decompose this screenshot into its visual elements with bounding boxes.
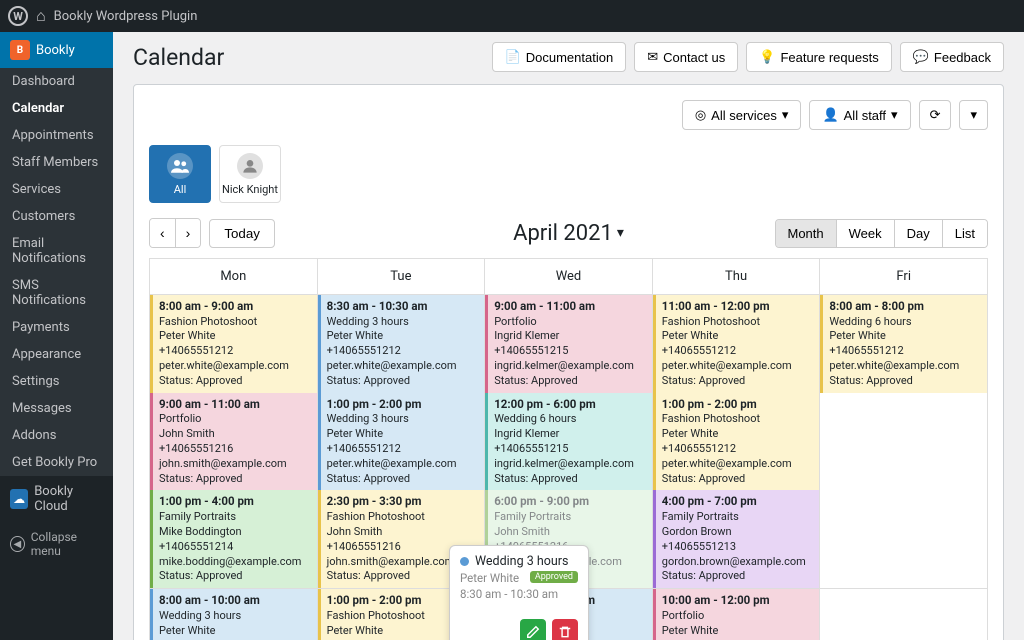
sidebar-item-addons[interactable]: Addons	[0, 422, 113, 449]
calendar-cell[interactable]: 9	[820, 589, 988, 640]
day-header: Mon	[150, 259, 318, 295]
sidebar-item-appearance[interactable]: Appearance	[0, 341, 113, 368]
caret-down-icon: ▾	[782, 107, 789, 123]
calendar-event[interactable]: 8:00 am - 10:00 amWedding 3 hoursPeter W…	[150, 589, 317, 640]
calendar-cell[interactable]: 8:00 am - 9:00 amFashion PhotoshootPeter…	[150, 295, 318, 589]
main-content: Calendar 📄Documentation ✉Contact us 💡Fea…	[113, 32, 1024, 640]
event-popover: Wedding 3 hours Peter White Approved 8:30…	[449, 545, 589, 640]
calendar-event[interactable]: 1:00 pm - 2:00 pmWedding 3 hoursPeter Wh…	[318, 393, 485, 491]
calendar-cell[interactable]: 8:00 am - 8:00 pmWedding 6 hoursPeter Wh…	[820, 295, 988, 589]
wordpress-logo-icon[interactable]: W	[8, 6, 28, 26]
sidebar-item-email-notifications[interactable]: Email Notifications	[0, 230, 113, 272]
calendar-event[interactable]: 8:30 am - 10:30 amWedding 3 hoursPeter W…	[318, 295, 485, 393]
documentation-button[interactable]: 📄Documentation	[492, 42, 627, 72]
view-week-button[interactable]: Week	[836, 220, 894, 247]
sidebar-item-dashboard[interactable]: Dashboard	[0, 68, 113, 95]
sidebar-item-services[interactable]: Services	[0, 176, 113, 203]
doc-icon: 📄	[505, 49, 521, 65]
calendar-event[interactable]: 12:00 pm - 6:00 pmWedding 6 hoursIngrid …	[485, 393, 652, 491]
calendar-event[interactable]: 1:00 pm - 4:00 pmFamily PortraitsMike Bo…	[150, 490, 317, 588]
collapse-label: Collapse menu	[31, 530, 103, 558]
target-icon: ◎	[695, 107, 706, 123]
next-button[interactable]: ›	[175, 219, 201, 247]
popover-customer: Peter White	[460, 571, 519, 585]
site-title[interactable]: Bookly Wordpress Plugin	[54, 9, 198, 24]
staff-tab-all[interactable]: All	[149, 145, 211, 203]
calendar-cell[interactable]: 8:00 am - 10:00 amWedding 3 hoursPeter W…	[150, 589, 318, 640]
more-button[interactable]: ▾	[959, 100, 988, 130]
delete-event-button[interactable]	[552, 619, 578, 640]
day-header: Tue	[317, 259, 485, 295]
admin-sidebar: B Bookly DashboardCalendarAppointmentsSt…	[0, 32, 113, 640]
refresh-icon: ⟳	[930, 107, 941, 123]
menu-top-bookly[interactable]: B Bookly	[0, 32, 113, 68]
contact-button[interactable]: ✉Contact us	[634, 42, 738, 72]
admin-bar: W ⌂ Bookly Wordpress Plugin	[0, 0, 1024, 32]
calendar-event[interactable]: 4:00 pm - 7:00 pmFamily PortraitsGordon …	[653, 490, 820, 588]
calendar-event[interactable]: 8:00 am - 8:00 pmWedding 6 hoursPeter Wh…	[820, 295, 987, 393]
view-day-button[interactable]: Day	[894, 220, 942, 247]
calendar-cell[interactable]: 11:00 am - 12:00 pmFashion PhotoshootPet…	[652, 295, 820, 589]
sidebar-item-messages[interactable]: Messages	[0, 395, 113, 422]
staff-filter[interactable]: 👤All staff ▾	[809, 100, 910, 130]
caret-down-icon: ▾	[970, 107, 977, 123]
calendar-event[interactable]: 1:00 pm - 2:00 pmFashion PhotoshootPeter…	[653, 393, 820, 491]
sidebar-item-customers[interactable]: Customers	[0, 203, 113, 230]
avatar	[167, 153, 193, 179]
person-icon: 👤	[822, 107, 838, 123]
caret-down-icon: ▾	[617, 225, 624, 241]
cloud-icon: ☁	[10, 489, 28, 509]
refresh-button[interactable]: ⟳	[919, 100, 952, 130]
bulb-icon: 💡	[759, 49, 775, 65]
calendar-event[interactable]: 11:00 am - 12:00 pmFashion PhotoshootPet…	[653, 295, 820, 393]
avatar	[237, 153, 263, 179]
home-icon[interactable]: ⌂	[36, 6, 46, 26]
sidebar-item-sms-notifications[interactable]: SMS Notifications	[0, 272, 113, 314]
calendar-card: ◎All services ▾ 👤All staff ▾ ⟳ ▾ AllNick…	[133, 84, 1004, 640]
chat-icon: 💬	[913, 49, 929, 65]
caret-down-icon: ▾	[891, 107, 898, 123]
feedback-button[interactable]: 💬Feedback	[900, 42, 1004, 72]
collapse-menu[interactable]: ◀ Collapse menu	[0, 522, 113, 566]
day-header: Wed	[485, 259, 653, 295]
day-header: Fri	[820, 259, 988, 295]
service-color-dot	[460, 557, 469, 566]
prev-button[interactable]: ‹	[150, 219, 175, 247]
sidebar-item-staff-members[interactable]: Staff Members	[0, 149, 113, 176]
feature-button[interactable]: 💡Feature requests	[746, 42, 891, 72]
chevron-left-icon: ‹	[160, 225, 165, 241]
page-title: Calendar	[133, 44, 224, 71]
day-header: Thu	[652, 259, 820, 295]
sidebar-item-get-bookly-pro[interactable]: Get Bookly Pro	[0, 449, 113, 476]
calendar-event[interactable]: 10:00 am - 12:00 pmPortfolioPeter White+…	[653, 589, 820, 640]
popover-time: 8:30 am - 10:30 am	[460, 587, 578, 601]
chevron-right-icon: ›	[186, 225, 191, 241]
calendar-event[interactable]: 9:00 am - 11:00 amPortfolioJohn Smith+14…	[150, 393, 317, 491]
view-month-button[interactable]: Month	[776, 220, 836, 247]
menu-bookly-cloud[interactable]: ☁ Bookly Cloud	[0, 476, 113, 522]
today-button[interactable]: Today	[209, 219, 275, 248]
view-list-button[interactable]: List	[942, 220, 987, 247]
edit-event-button[interactable]	[520, 619, 546, 640]
mail-icon: ✉	[647, 49, 658, 65]
cloud-label: Bookly Cloud	[34, 484, 103, 514]
bookly-icon: B	[10, 40, 30, 60]
sidebar-item-payments[interactable]: Payments	[0, 314, 113, 341]
sidebar-item-calendar[interactable]: Calendar	[0, 95, 113, 122]
menu-top-label: Bookly	[36, 43, 75, 58]
popover-service: Wedding 3 hours	[475, 554, 568, 569]
sidebar-item-appointments[interactable]: Appointments	[0, 122, 113, 149]
status-badge: Approved	[530, 571, 578, 583]
calendar-title[interactable]: April 2021▾	[513, 221, 624, 246]
staff-tab-nick-knight[interactable]: Nick Knight	[219, 145, 281, 203]
calendar-event[interactable]: 9:00 am - 11:00 amPortfolioIngrid Klemer…	[485, 295, 652, 393]
services-filter[interactable]: ◎All services ▾	[682, 100, 802, 130]
sidebar-item-settings[interactable]: Settings	[0, 368, 113, 395]
calendar-cell[interactable]: 10:00 am - 12:00 pmPortfolioPeter White+…	[652, 589, 820, 640]
collapse-icon: ◀	[10, 536, 25, 552]
calendar-event[interactable]: 8:00 am - 9:00 amFashion PhotoshootPeter…	[150, 295, 317, 393]
